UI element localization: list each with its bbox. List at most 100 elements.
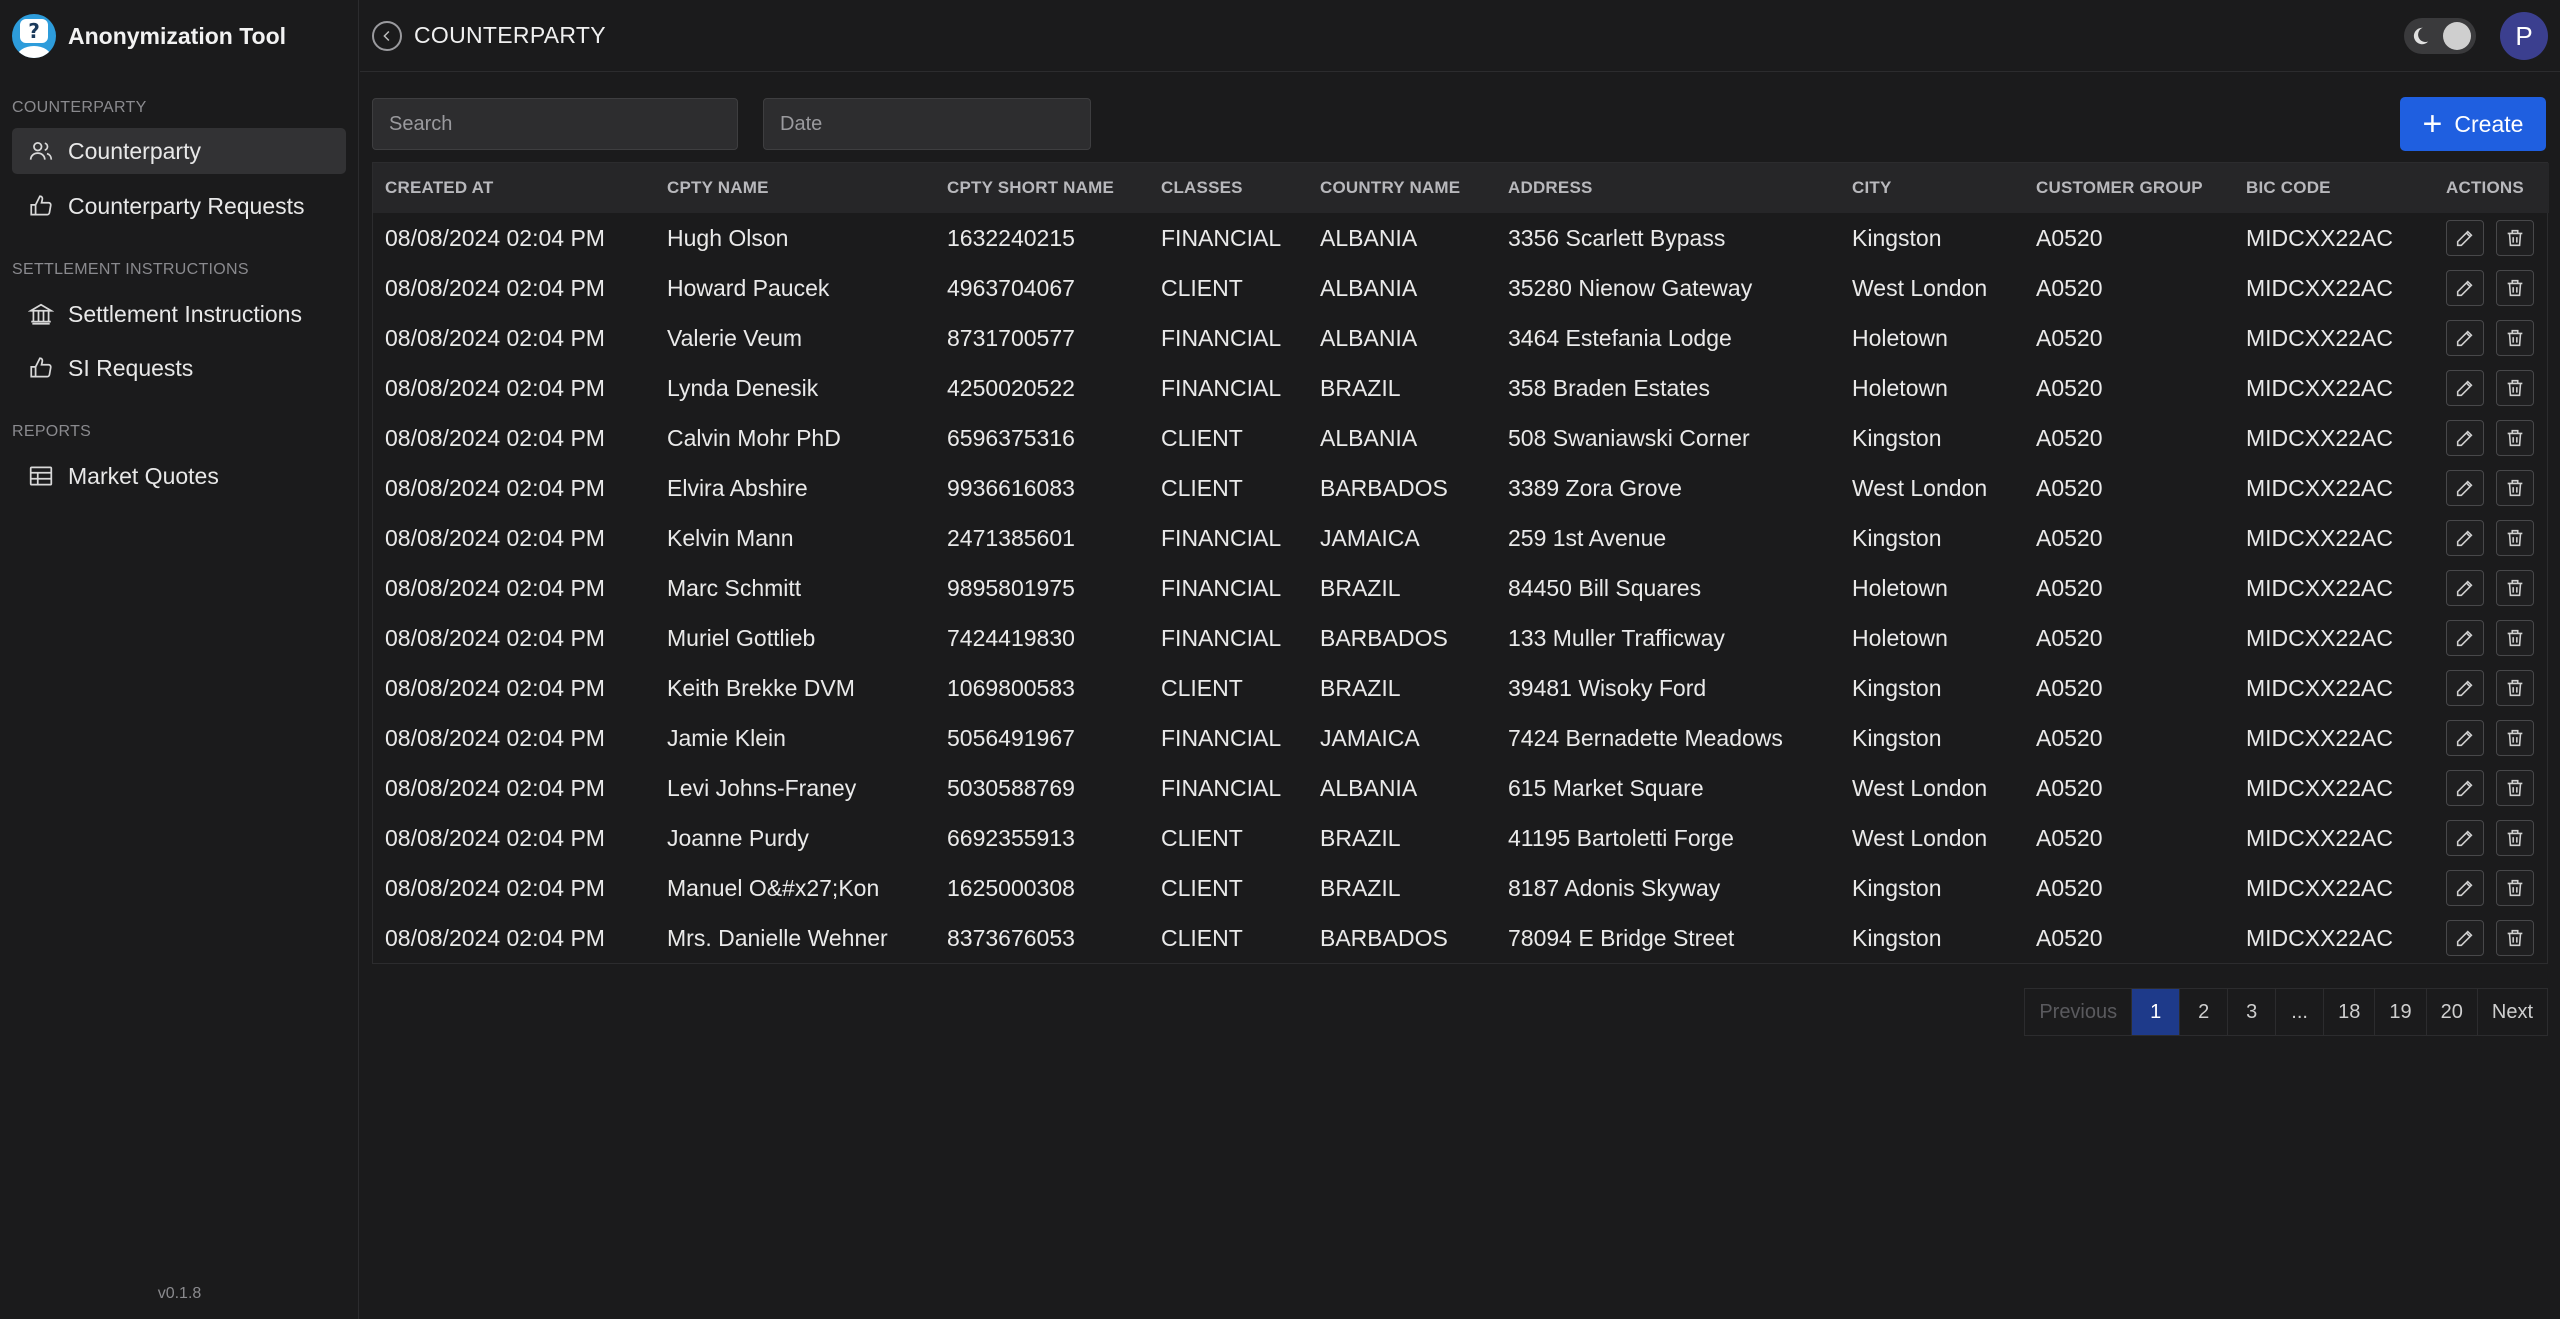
edit-button[interactable] [2446,270,2484,306]
delete-button[interactable] [2496,320,2534,356]
search-input[interactable] [372,98,738,150]
table-row[interactable]: 08/08/2024 02:04 PM Keith Brekke DVM 10698… [373,663,2549,713]
edit-button[interactable] [2446,220,2484,256]
column-header[interactable]: CUSTOMER GROUP [2024,163,2234,213]
delete-button[interactable] [2496,820,2534,856]
pagination-page[interactable]: 19 [2374,989,2425,1035]
back-button[interactable] [372,21,402,51]
table-cell: CLIENT [1161,474,1243,501]
edit-button[interactable] [2446,520,2484,556]
date-input[interactable] [763,98,1091,150]
table-cell: MIDCXX22AC [2246,874,2393,901]
table-cell: 4250020522 [947,374,1075,401]
edit-button[interactable] [2446,370,2484,406]
brand[interactable]: ? Anonymization Tool [12,12,286,60]
delete-button[interactable] [2496,220,2534,256]
column-header[interactable]: ADDRESS [1496,163,1840,213]
theme-toggle[interactable] [2404,18,2476,54]
delete-button[interactable] [2496,420,2534,456]
table-row[interactable]: 08/08/2024 02:04 PM Elvira Abshire 9936616… [373,463,2549,513]
delete-button[interactable] [2496,870,2534,906]
delete-button[interactable] [2496,520,2534,556]
sidebar-item-market-quotes[interactable]: Market Quotes [12,453,346,499]
sidebar-item-si-requests[interactable]: SI Requests [12,345,346,391]
table-row[interactable]: 08/08/2024 02:04 PM Mrs. Danielle Wehner 8… [373,913,2549,963]
pencil-icon [2454,377,2476,399]
column-header[interactable]: CPTY NAME [655,163,935,213]
table-row[interactable]: 08/08/2024 02:04 PM Hugh Olson 1632240215 F… [373,213,2549,263]
pagination-page[interactable]: 2 [2179,989,2227,1035]
table-row[interactable]: 08/08/2024 02:04 PM Calvin Mohr PhD 659637… [373,413,2549,463]
edit-button[interactable] [2446,420,2484,456]
table-cell: 08/08/2024 02:04 PM [385,924,605,951]
table-row[interactable]: 08/08/2024 02:04 PM Levi Johns-Franey 5030… [373,763,2549,813]
table-cell: 8731700577 [947,324,1075,351]
create-button[interactable]: + Create [2400,97,2546,151]
edit-button[interactable] [2446,720,2484,756]
table-cell: MIDCXX22AC [2246,574,2393,601]
table-icon [26,461,56,491]
table-cell: ALBANIA [1320,274,1418,301]
delete-button[interactable] [2496,370,2534,406]
pagination-page[interactable]: 20 [2425,989,2477,1035]
avatar[interactable]: P [2500,12,2548,60]
delete-button[interactable] [2496,570,2534,606]
create-button-label: Create [2454,110,2524,137]
table-cell: ALBANIA [1320,224,1418,251]
table-row[interactable]: 08/08/2024 02:04 PM Valerie Veum 873170057… [373,313,2549,363]
delete-button[interactable] [2496,670,2534,706]
edit-button[interactable] [2446,920,2484,956]
delete-button[interactable] [2496,770,2534,806]
table-cell: MIDCXX22AC [2246,674,2393,701]
edit-button[interactable] [2446,870,2484,906]
edit-button[interactable] [2446,470,2484,506]
pagination-next[interactable]: Next [2476,989,2547,1035]
table-cell: Holetown [1852,324,1948,351]
sidebar-item-counterparty-requests[interactable]: Counterparty Requests [12,183,346,229]
column-header[interactable]: CREATED AT [373,163,655,213]
column-header[interactable]: CPTY SHORT NAME [935,163,1149,213]
delete-button[interactable] [2496,270,2534,306]
table-row[interactable]: 08/08/2024 02:04 PM Manuel O&#x27;Kon 1625… [373,863,2549,913]
delete-button[interactable] [2496,720,2534,756]
table-row[interactable]: 08/08/2024 02:04 PM Howard Paucek 49637040… [373,263,2549,313]
table-cell: 08/08/2024 02:04 PM [385,224,605,251]
edit-button[interactable] [2446,320,2484,356]
table-row[interactable]: 08/08/2024 02:04 PM Jamie Klein 5056491967… [373,713,2549,763]
delete-button[interactable] [2496,620,2534,656]
table-cell: A0520 [2036,824,2103,851]
edit-button[interactable] [2446,620,2484,656]
table-row[interactable]: 08/08/2024 02:04 PM Muriel Gottlieb 742441… [373,613,2549,663]
pagination-page[interactable]: 3 [2227,989,2275,1035]
delete-button[interactable] [2496,920,2534,956]
table-row[interactable]: 08/08/2024 02:04 PM Lynda Denesik 42500205… [373,363,2549,413]
table-cell: 259 1st Avenue [1508,524,1667,551]
delete-button[interactable] [2496,470,2534,506]
column-header[interactable]: CITY [1840,163,2024,213]
table-cell: A0520 [2036,674,2103,701]
column-header[interactable]: BIC CODE [2234,163,2434,213]
pagination-previous[interactable]: Previous [2025,989,2131,1035]
actions-cell [2434,613,2549,663]
column-header[interactable]: CLASSES [1149,163,1308,213]
table-cell: Manuel O&#x27;Kon [667,874,880,901]
table-row[interactable]: 08/08/2024 02:04 PM Marc Schmitt 989580197… [373,563,2549,613]
table-row[interactable]: 08/08/2024 02:04 PM Joanne Purdy 669235591… [373,813,2549,863]
table-cell: 9936616083 [947,474,1075,501]
table-row[interactable]: 08/08/2024 02:04 PM Kelvin Mann 2471385601… [373,513,2549,563]
pagination-page[interactable]: ... [2275,989,2323,1035]
pagination-page[interactable]: 1 [2131,989,2180,1035]
table-cell: 39481 Wisoky Ford [1508,674,1707,701]
pagination-page[interactable]: 18 [2323,989,2374,1035]
table-cell: CLIENT [1161,274,1243,301]
column-header[interactable]: COUNTRY NAME [1308,163,1496,213]
table-cell: 615 Market Square [1508,774,1704,801]
edit-button[interactable] [2446,820,2484,856]
edit-button[interactable] [2446,570,2484,606]
column-header[interactable]: ACTIONS [2434,163,2549,213]
edit-button[interactable] [2446,670,2484,706]
sidebar-item-counterparty[interactable]: Counterparty [12,128,346,174]
table-cell: 1632240215 [947,224,1075,251]
sidebar-item-settlement-instructions[interactable]: Settlement Instructions [12,291,346,337]
edit-button[interactable] [2446,770,2484,806]
